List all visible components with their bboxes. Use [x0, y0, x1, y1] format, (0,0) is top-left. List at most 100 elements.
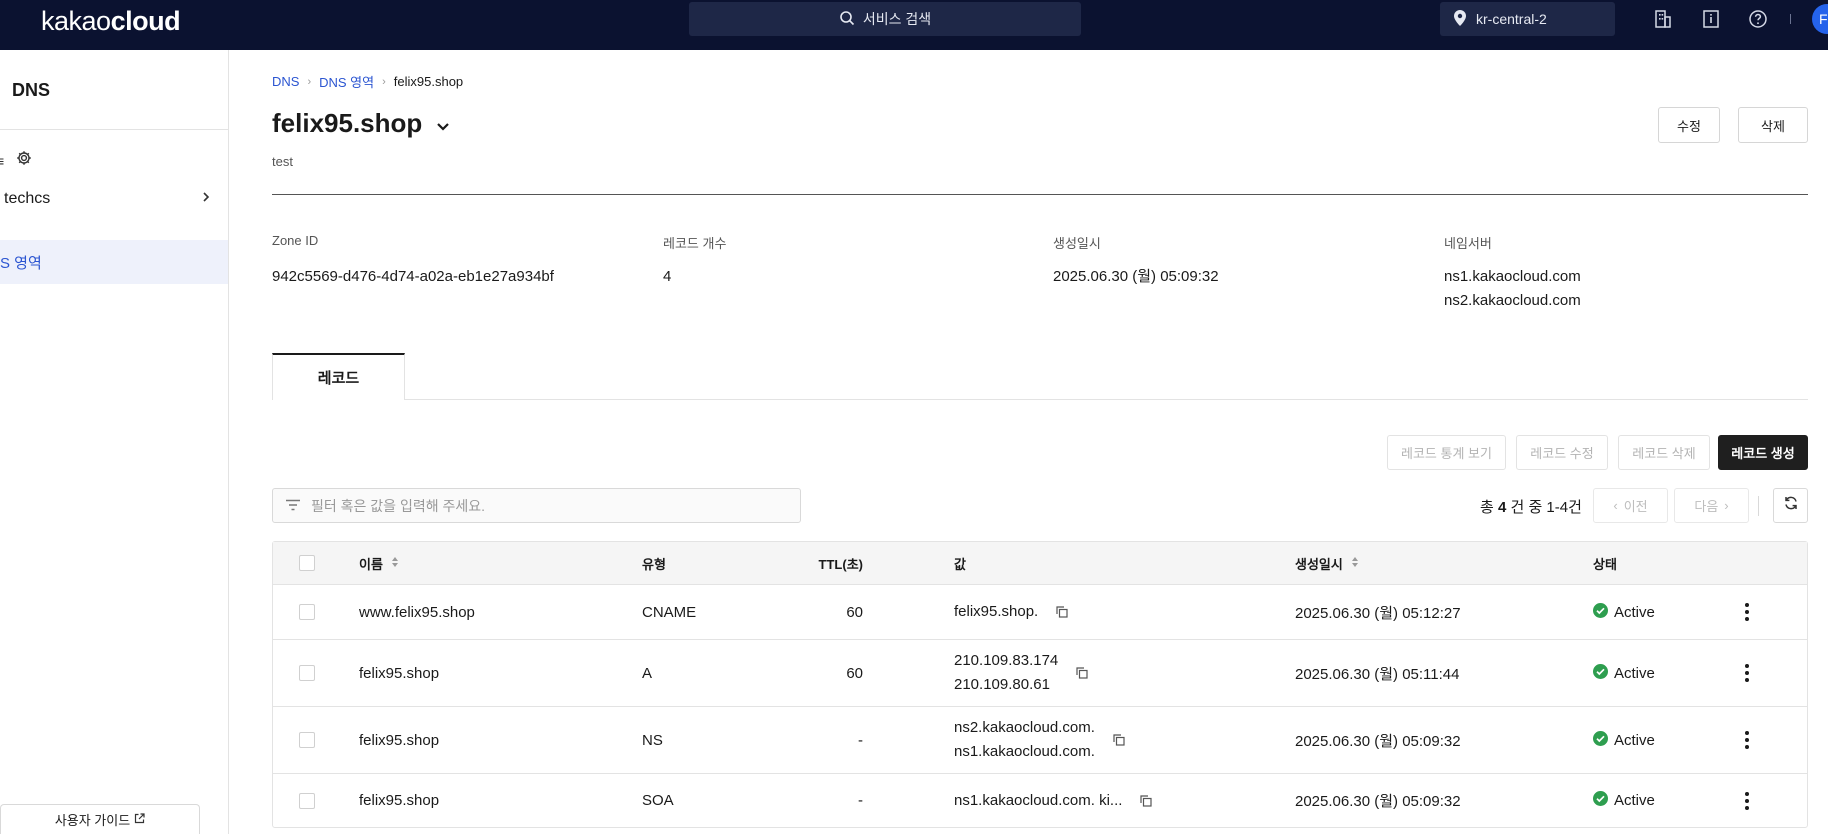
sidebar-project-label: techcs — [4, 190, 51, 207]
column-name[interactable]: 이름 — [359, 542, 399, 584]
table-row[interactable]: felix95.shop SOA - ns1.kakaocloud.com. k… — [273, 774, 1807, 827]
record-name: www.felix95.shop — [359, 603, 475, 621]
check-circle-icon — [1593, 791, 1608, 810]
search-label: 서비스 검색 — [862, 11, 932, 27]
status-text: Active — [1614, 603, 1655, 621]
filter-icon — [285, 498, 301, 514]
created-value: 2025.06.30 (월) 05:09:32 — [1053, 268, 1219, 285]
sidebar-item-dns-zone[interactable]: S 영역 — [0, 240, 228, 284]
filter-input[interactable]: 필터 혹은 값을 입력해 주세요. — [272, 488, 801, 523]
logo-text-light: kakao — [41, 6, 111, 36]
record-edit-button[interactable]: 레코드 수정 — [1516, 435, 1608, 470]
record-created: 2025.06.30 (월) 05:11:44 — [1295, 665, 1460, 683]
copy-icon[interactable] — [1056, 606, 1068, 618]
record-created: 2025.06.30 (월) 05:09:32 — [1295, 732, 1461, 750]
service-search-box[interactable]: 서비스 검색 — [689, 2, 1081, 36]
status-badge: Active — [1593, 707, 1655, 773]
nameserver-2: ns2.kakaocloud.com — [1444, 292, 1581, 309]
menu-icon[interactable]: ≡ — [0, 153, 4, 169]
created-label: 생성일시 — [1053, 236, 1101, 251]
sort-icon — [391, 556, 399, 571]
refresh-icon — [1783, 495, 1799, 516]
table-row[interactable]: www.felix95.shop CNAME 60 felix95.shop. … — [273, 585, 1807, 640]
row-checkbox[interactable] — [299, 665, 315, 681]
breadcrumb-current: felix95.shop — [393, 74, 464, 89]
copy-icon[interactable] — [1076, 667, 1088, 679]
nameserver-list: ns1.kakaocloud.com ns2.kakaocloud.com — [1444, 265, 1581, 313]
chevron-right-icon: › — [307, 75, 312, 88]
record-name: felix95.shop — [359, 664, 440, 682]
copy-icon[interactable] — [1140, 794, 1153, 807]
external-link-icon — [134, 812, 145, 827]
record-name: felix95.shop — [359, 792, 440, 809]
row-checkbox[interactable] — [299, 732, 315, 748]
record-delete-button[interactable]: 레코드 삭제 — [1618, 435, 1710, 470]
zone-id-label: Zone ID — [272, 233, 319, 248]
record-value: felix95.shop. — [954, 585, 1068, 639]
copy-icon[interactable] — [1113, 734, 1125, 746]
refresh-button[interactable] — [1773, 488, 1808, 523]
select-all-checkbox[interactable] — [299, 555, 315, 571]
search-icon — [839, 10, 855, 29]
row-more-menu[interactable] — [1745, 640, 1749, 706]
organization-building-icon[interactable] — [1652, 8, 1674, 30]
tab-divider — [405, 399, 1808, 400]
record-create-button[interactable]: 레코드 생성 — [1718, 435, 1808, 470]
record-created: 2025.06.30 (월) 05:12:27 — [1295, 604, 1461, 622]
column-status: 상태 — [1593, 556, 1617, 572]
status-text: Active — [1614, 731, 1655, 749]
next-label: 다음 — [1694, 499, 1719, 514]
record-count-value: 4 — [663, 268, 672, 285]
user-guide-button[interactable]: 사용자 가이드 — [0, 804, 200, 834]
record-stats-button[interactable]: 레코드 통계 보기 — [1387, 435, 1506, 470]
kakaocloud-logo[interactable]: kakaocloud — [41, 6, 181, 37]
edit-button[interactable]: 수정 — [1658, 107, 1720, 143]
more-vertical-icon — [1745, 791, 1749, 810]
sidebar-divider — [0, 129, 228, 130]
record-value-line: ns2.kakaocloud.com. — [954, 719, 1095, 736]
breadcrumb-dns-zone[interactable]: DNS 영역 — [319, 72, 374, 91]
column-created[interactable]: 생성일시 — [1295, 542, 1359, 584]
help-icon[interactable] — [1747, 8, 1769, 30]
next-page-button[interactable]: 다음 › — [1674, 488, 1749, 523]
row-more-menu[interactable] — [1745, 585, 1749, 639]
info-document-icon[interactable] — [1700, 8, 1722, 30]
tab-records[interactable]: 레코드 — [272, 353, 405, 400]
logo-text-bold: cloud — [110, 6, 181, 36]
gear-icon[interactable] — [16, 150, 32, 171]
nameserver-label: 네임서버 — [1444, 236, 1492, 251]
column-created-label: 생성일시 — [1295, 556, 1343, 572]
chevron-right-icon — [202, 190, 210, 208]
status-badge: Active — [1593, 640, 1655, 706]
more-vertical-icon — [1745, 603, 1749, 621]
sidebar-project-selector[interactable]: techcs — [0, 190, 210, 208]
record-ttl: - — [858, 792, 863, 809]
table-row[interactable]: felix95.shop NS - ns2.kakaocloud.com. ns1… — [273, 707, 1807, 774]
status-badge: Active — [1593, 585, 1655, 639]
table-row[interactable]: felix95.shop A 60 210.109.83.174 210.109.… — [273, 640, 1807, 707]
record-value: 210.109.83.174 210.109.80.61 — [954, 640, 1088, 706]
row-more-menu[interactable] — [1745, 707, 1749, 773]
region-selector[interactable]: kr-central-2 — [1440, 2, 1615, 36]
breadcrumb-dns[interactable]: DNS — [272, 74, 299, 89]
chevron-down-icon[interactable] — [436, 108, 450, 139]
record-type: CNAME — [642, 603, 697, 621]
more-vertical-icon — [1745, 731, 1749, 749]
header-divider — [272, 194, 1808, 195]
top-navigation-bar: kakaocloud 서비스 검색 kr-central-2 F — [0, 0, 1828, 50]
record-name: felix95.shop — [359, 731, 440, 749]
row-checkbox[interactable] — [299, 604, 315, 620]
record-type: A — [642, 664, 653, 682]
previous-page-button[interactable]: ‹ 이전 — [1593, 488, 1668, 523]
record-value: ns2.kakaocloud.com. ns1.kakaocloud.com. — [954, 707, 1125, 773]
delete-button[interactable]: 삭제 — [1738, 107, 1808, 143]
record-value-line: ns1.kakaocloud.com. — [954, 743, 1095, 760]
status-badge: Active — [1593, 774, 1655, 827]
user-avatar[interactable]: F — [1812, 4, 1828, 34]
location-pin-icon — [1454, 9, 1466, 29]
chevron-right-icon: › — [382, 75, 386, 88]
sidebar-item-label: S 영역 — [0, 254, 42, 272]
row-checkbox[interactable] — [299, 792, 315, 809]
records-table: 이름 유형 TTL(초) 값 생성일시 상태 www.felix95.shop … — [272, 541, 1808, 828]
row-more-menu[interactable] — [1745, 774, 1749, 827]
